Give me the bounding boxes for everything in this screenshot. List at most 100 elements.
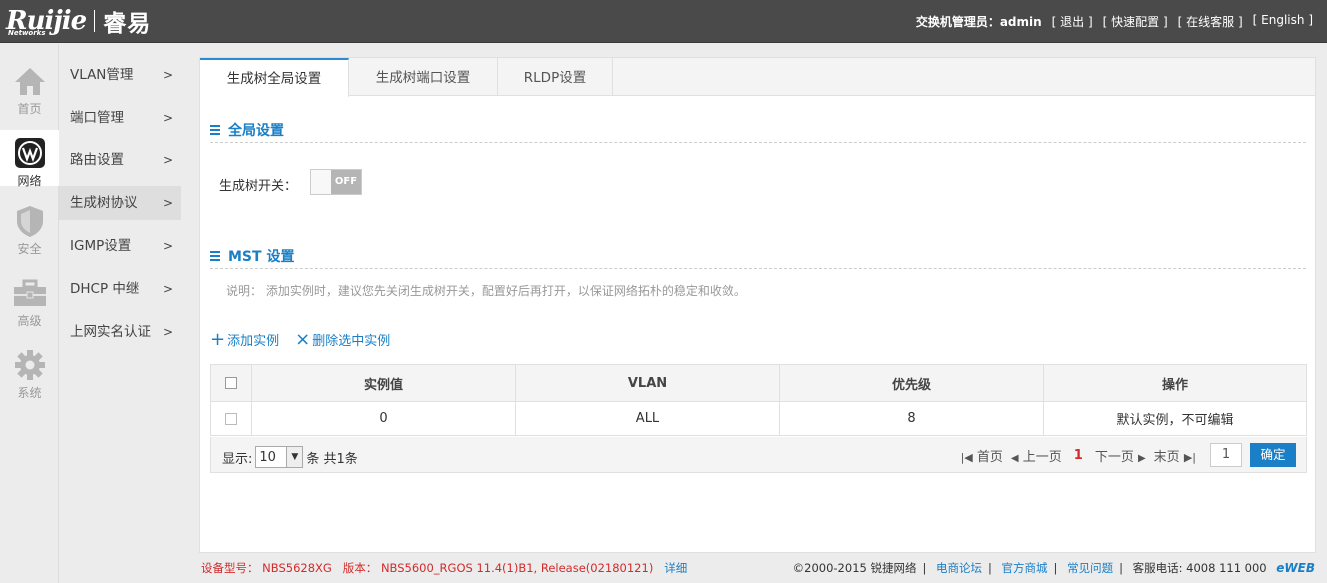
column-header-instance: 实例值 [251,364,516,402]
delete-instance-button[interactable]: × 删除选中实例 [295,330,390,349]
chevron-right-icon: > [162,239,173,253]
show-label: 显示: [222,451,253,467]
version-value: NBS5600_RGOS 11.4(1)B1, Release(02180121… [380,561,654,575]
brand-subtitle: Networks [8,29,46,37]
faq-link[interactable]: 常见问题 [1067,561,1113,575]
menu-item-label: 路由设置 [70,152,124,168]
menu-item-label: VLAN管理 [70,67,134,83]
chevron-right-icon: > [162,111,173,125]
next-icon: ▶ [1137,452,1146,464]
instance-actions: + 添加实例 × 删除选中实例 [210,330,390,349]
chevron-down-icon: ▼ [286,447,303,467]
select-all-cell [210,364,252,402]
current-page: 1 [1073,447,1083,463]
eweb-logo: eWEB [1276,561,1315,575]
store-link[interactable]: 官方商城 [1002,561,1048,575]
tab-rldp[interactable]: RLDP设置 [498,58,613,96]
menu-item-label: 端口管理 [70,110,124,126]
toggle-knob: OFF [331,170,361,194]
first-page-button[interactable]: |◀ 首页 [961,446,1003,465]
rail-item-home[interactable]: 首页 [0,50,59,122]
chevron-right-icon: > [162,68,173,82]
add-instance-button[interactable]: + 添加实例 [210,330,279,349]
cell-priority: 8 [779,401,1044,436]
stp-switch-label: 生成树开关： [219,179,298,194]
model-label: 设备型号： [201,561,259,575]
section-bars-icon [210,123,220,137]
home-icon [13,64,47,98]
icon-rail: 首页 网络 安全 高级 系统 [0,44,59,583]
section-divider [210,142,1306,143]
shield-icon [13,204,47,238]
table-header-row: 实例值 VLAN 优先级 操作 [210,364,1307,402]
cell-instance: 0 [251,401,516,436]
plus-icon: + [210,328,226,350]
copyright: ©2000-2015 锐捷网络 [792,561,917,575]
menu-item-label: IGMP设置 [70,238,132,254]
rail-label-advanced: 高级 [17,314,42,328]
menu-item-vlan[interactable]: VLAN管理 > [59,58,181,92]
first-page-icon: |◀ [960,450,973,464]
rail-label-security: 安全 [17,242,42,256]
main-panel: 生成树全局设置 生成树端口设置 RLDP设置 全局设置 生成树开关： OFF M… [199,57,1316,553]
row-checkbox[interactable] [225,412,237,425]
menu-item-igmp[interactable]: IGMP设置 > [59,229,181,263]
version-label: 版本： [342,561,378,575]
brand-logo: Ruijie Networks 睿易 [6,4,151,38]
last-page-button[interactable]: 末页 ▶| [1154,446,1196,465]
page-size-control: 显示: 10 ▼ 条 共1条 [222,446,358,468]
menu-item-port[interactable]: 端口管理 > [59,101,181,135]
select-all-checkbox[interactable] [225,377,237,389]
tab-stp-global[interactable]: 生成树全局设置 [200,58,349,97]
chevron-right-icon: > [162,325,173,339]
detail-link[interactable]: 详细 [664,561,687,575]
menu-item-label: 上网实名认证 [70,324,151,340]
logout-link[interactable]: [ 退出 ] [1052,13,1093,30]
online-support-link[interactable]: [ 在线客服 ] [1178,13,1243,30]
cell-action: 默认实例，不可编辑 [1043,401,1307,436]
toolbox-icon [13,276,47,310]
model-value: NBS5628XG [262,561,332,575]
forum-link[interactable]: 电商论坛 [936,561,982,575]
prev-page-button[interactable]: ◀ 上一页 [1011,446,1062,465]
stp-toggle[interactable]: OFF [310,169,362,195]
rail-item-advanced[interactable]: 高级 [0,262,59,334]
footer-links: ©2000-2015 锐捷网络 | 电商论坛 | 官方商城 | 常见问题 | 客服电话:… [792,561,1315,575]
menu-item-stp[interactable]: 生成树协议 > [59,186,181,220]
hotline-number: 4008 111 000 [1186,561,1267,575]
tab-bar: 生成树全局设置 生成树端口设置 RLDP设置 [200,58,1315,97]
close-icon: × [295,328,311,350]
global-settings-title: 全局设置 [210,120,284,140]
english-link[interactable]: [ English ] [1253,13,1313,30]
last-page-icon: ▶| [1183,450,1196,464]
rail-item-system[interactable]: 系统 [0,334,59,406]
menu-item-routing[interactable]: 路由设置 > [59,143,181,177]
brand-name-cn: 睿易 [103,11,152,37]
top-header: Ruijie Networks 睿易 交换机管理员：admin [ 退出 ] [… [0,0,1327,43]
gear-icon [13,348,47,382]
chevron-right-icon: > [162,153,173,167]
cell-vlan: ALL [515,401,780,436]
menu-item-label: DHCP 中继 [70,281,140,297]
sub-menu: VLAN管理 > 端口管理 > 路由设置 > 生成树协议 > IGMP设置 > DHCP … [59,44,181,583]
header-links: 交换机管理员：admin [ 退出 ] [ 快速配置 ] [ 在线客服 ] [ … [916,13,1313,30]
prev-icon: ◀ [1010,452,1019,464]
pagination-bar: 显示: 10 ▼ 条 共1条 |◀ 首页 ◀ 上一页 1 下一页 ▶ 末页 ▶|… [210,437,1307,473]
chevron-right-icon: > [162,282,173,296]
tab-stp-port[interactable]: 生成树端口设置 [349,58,498,96]
mst-instance-table: 实例值 VLAN 优先级 操作 0 ALL 8 默认实例，不可编辑 [210,364,1307,436]
rail-item-security[interactable]: 安全 [0,190,59,262]
quick-config-link[interactable]: [ 快速配置 ] [1103,13,1168,30]
rail-item-network[interactable]: 网络 [0,130,59,188]
page-size-select[interactable]: 10 ▼ [255,446,304,468]
device-info: 设备型号： NBS5628XG 版本： NBS5600_RGOS 11.4(1)… [201,560,687,576]
page-number-input[interactable]: 1 [1210,443,1242,467]
logo-divider [94,10,96,32]
confirm-page-button[interactable]: 确定 [1250,443,1296,467]
next-page-button[interactable]: 下一页 ▶ [1095,446,1146,465]
row-select-cell [210,401,252,436]
menu-item-realname-auth[interactable]: 上网实名认证 > [59,315,181,349]
hotline-label: 客服电话: [1132,561,1183,575]
menu-item-dhcp-relay[interactable]: DHCP 中继 > [59,272,181,306]
page-navigation: |◀ 首页 ◀ 上一页 1 下一页 ▶ 末页 ▶| 1 确定 [961,443,1296,467]
